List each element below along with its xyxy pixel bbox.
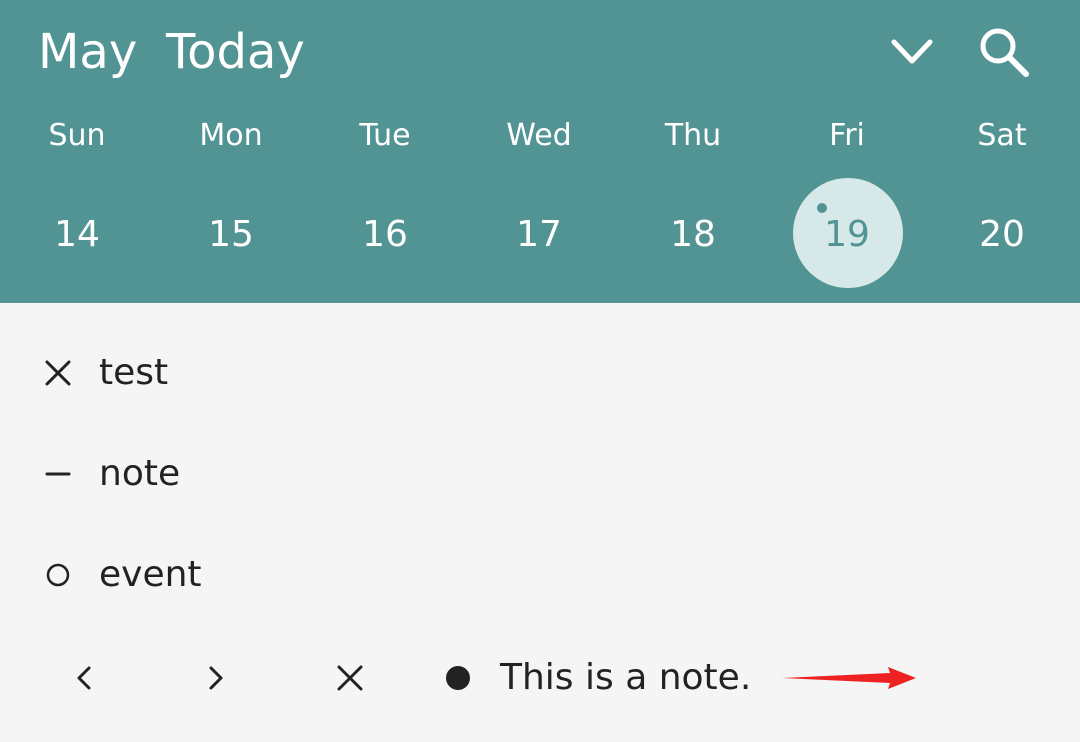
chevron-left-icon [77,666,91,690]
date-row: 14 15 16 17 18 19 20 [0,176,1080,292]
date-cell[interactable]: 16 [308,176,462,292]
entry-text: test [99,352,169,393]
list-item[interactable]: test [0,323,1080,423]
date-number: 14 [54,213,100,255]
cross-icon [38,357,78,389]
weekday-wed: Wed [506,118,572,153]
search-button[interactable] [972,20,1036,84]
arrow-right-icon [782,667,916,689]
expand-calendar-button[interactable] [880,20,944,84]
entry-text: note [99,453,181,494]
title-row: May Today [0,0,1080,110]
date-cell[interactable]: 18 [616,176,770,292]
date-number: 17 [516,213,562,255]
previous-button[interactable] [54,648,114,708]
chevron-down-icon [891,39,933,64]
calendar-header: May Today Sun Mon Tue Wed Thu Fri Sat 14… [0,0,1080,303]
entry-text: event [99,554,202,595]
editor-toolbar: This is a note. [0,630,1080,730]
event-dot-indicator [817,203,827,213]
weekday-mon: Mon [199,118,263,153]
date-number: 18 [670,213,716,255]
weekday-tue: Tue [359,118,411,153]
close-button[interactable] [320,648,380,708]
date-cell[interactable]: 14 [0,176,154,292]
weekday-fri: Fri [829,118,865,153]
weekday-row: Sun Mon Tue Wed Thu Fri Sat [0,110,1080,162]
date-number: 19 [824,213,870,255]
bullet-icon [446,666,470,690]
date-number: 15 [208,213,254,255]
list-item[interactable]: note [0,424,1080,524]
list-item[interactable]: event [0,525,1080,625]
weekday-sun: Sun [48,118,106,153]
circle-icon [38,559,78,591]
next-button[interactable] [186,648,246,708]
date-number: 16 [362,213,408,255]
app-root: May Today Sun Mon Tue Wed Thu Fri Sat 14… [0,0,1080,742]
date-cell[interactable]: 15 [154,176,308,292]
close-icon [337,665,363,691]
chevron-right-icon [209,666,223,690]
weekday-sat: Sat [977,118,1027,153]
weekday-thu: Thu [664,118,722,153]
note-text[interactable]: This is a note. [500,656,751,700]
today-button[interactable]: Today [166,24,305,80]
date-cell-selected[interactable]: 19 [770,176,924,292]
month-label[interactable]: May [38,24,137,80]
date-cell[interactable]: 17 [462,176,616,292]
date-number: 20 [979,213,1025,255]
dash-icon [38,458,78,490]
search-icon [980,28,1029,77]
date-cell[interactable]: 20 [924,176,1080,292]
